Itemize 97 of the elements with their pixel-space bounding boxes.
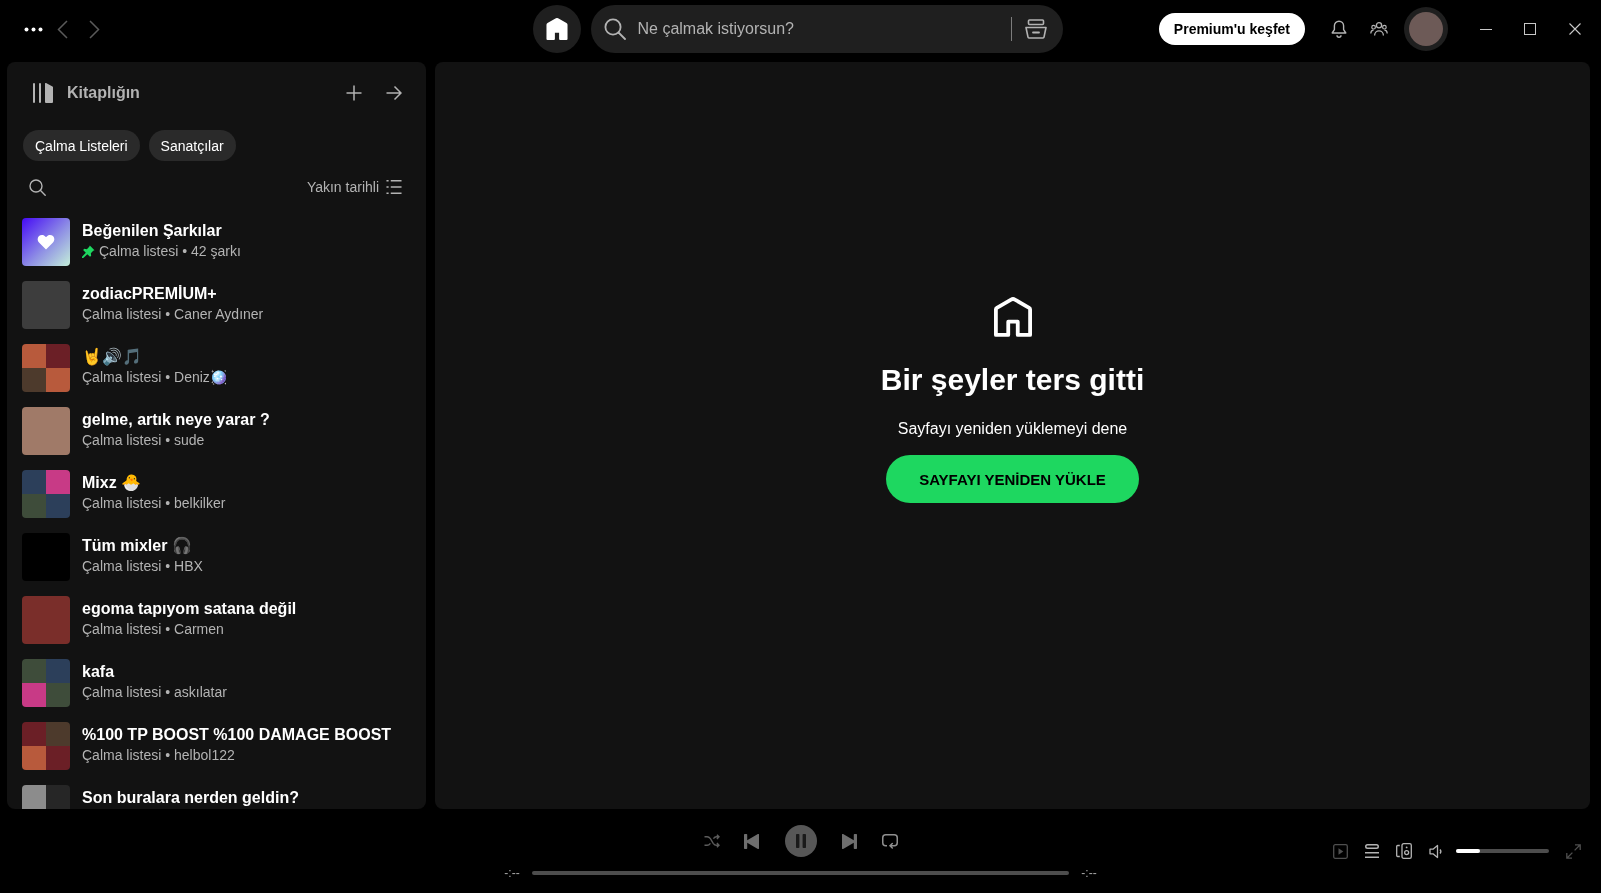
minimize-icon bbox=[1480, 28, 1492, 30]
volume-button[interactable] bbox=[1428, 843, 1444, 859]
playlist-subtitle: Çalma listesi • HBX bbox=[82, 557, 203, 576]
playlist-title[interactable]: zodiacPREMİUM+ bbox=[82, 284, 264, 303]
speaker-device-icon bbox=[1396, 843, 1412, 859]
bell-icon bbox=[1331, 20, 1347, 38]
photo-placeholder bbox=[22, 659, 46, 683]
library-title: Kitaplığın bbox=[67, 84, 140, 102]
repeat-icon bbox=[881, 833, 898, 849]
playlist-title[interactable]: %100 TP BOOST %100 DAMAGE BOOST bbox=[82, 725, 392, 744]
playlist-subtitle: Çalma listesi • belkilker bbox=[82, 494, 226, 513]
error-title: Bir şeyler ters gitti bbox=[880, 362, 1145, 398]
skip-forward-icon bbox=[842, 833, 857, 849]
playlist-title[interactable]: Beğenilen Şarkılar bbox=[82, 221, 241, 240]
error-message: Sayfayı yeniden yüklemeyi dene bbox=[897, 419, 1128, 439]
playlist-subtitle: Çalma listesi • Carmen bbox=[82, 620, 224, 639]
playlist-subtitle: Çalma listesi • sude bbox=[82, 431, 205, 450]
chevron-right-icon bbox=[89, 19, 100, 39]
friend-activity-button[interactable] bbox=[1370, 21, 1388, 37]
pause-icon bbox=[794, 834, 807, 848]
photo-placeholder bbox=[46, 683, 70, 707]
duration-time: -:-- bbox=[1080, 866, 1098, 880]
playlist-title[interactable]: Son buralara nerden geldin? bbox=[82, 788, 299, 807]
devices-button[interactable] bbox=[1396, 843, 1412, 859]
photo-placeholder bbox=[22, 344, 46, 368]
photo-placeholder bbox=[22, 746, 46, 770]
now-playing-view-button[interactable] bbox=[1332, 843, 1348, 859]
browse-button[interactable] bbox=[1024, 19, 1047, 39]
playlist-title[interactable]: gelme, artık neye yarar ? bbox=[82, 410, 270, 429]
playlist-subtitle: Çalma listesi • Deniz🪩 bbox=[82, 368, 227, 387]
shuffle-icon bbox=[703, 833, 720, 849]
playlist-title[interactable]: kafa bbox=[82, 662, 227, 681]
filter-chip[interactable]: Çalma Listeleri bbox=[23, 130, 140, 161]
photo-placeholder bbox=[46, 470, 70, 494]
photo-placeholder bbox=[46, 494, 70, 518]
home-icon bbox=[545, 18, 568, 40]
list-icon bbox=[386, 180, 402, 194]
skip-back-icon bbox=[744, 833, 759, 849]
playlist-subtitle: Çalma listesi • helbol122 bbox=[82, 746, 235, 765]
home-icon bbox=[993, 297, 1032, 337]
playlist-title[interactable]: Tüm mixler 🎧 bbox=[82, 536, 203, 555]
playlist-subtitle: Çalma listesi • askılatar bbox=[82, 683, 227, 702]
photo-placeholder bbox=[22, 596, 70, 644]
search-icon bbox=[603, 18, 626, 40]
play-square-icon bbox=[1332, 843, 1348, 859]
photo-placeholder bbox=[22, 683, 46, 707]
photo-placeholder bbox=[46, 659, 70, 683]
close-button[interactable] bbox=[1569, 23, 1581, 35]
chevron-left-icon bbox=[57, 19, 68, 39]
playlist-title[interactable]: egoma tapıyom satana değil bbox=[82, 599, 297, 618]
photo-placeholder bbox=[46, 722, 70, 746]
create-button[interactable] bbox=[346, 85, 362, 101]
playlist-title[interactable]: 🤘🔊🎵 bbox=[82, 347, 227, 366]
photo-placeholder bbox=[46, 746, 70, 770]
avatar-placeholder bbox=[1409, 12, 1443, 46]
sort-button[interactable]: Yakın tarihli bbox=[306, 179, 379, 195]
tray-icon bbox=[1024, 19, 1047, 39]
playlist-title[interactable]: Mixz 🐣 bbox=[82, 473, 226, 492]
filter-chip[interactable]: Sanatçılar bbox=[148, 130, 236, 161]
more-button[interactable] bbox=[24, 26, 43, 32]
speaker-icon bbox=[1428, 843, 1444, 859]
search-field[interactable]: Ne çalmak istiyorsun? bbox=[590, 5, 1063, 53]
photo-placeholder bbox=[46, 785, 70, 809]
reload-button[interactable]: SAYFAYI YENİDEN YÜKLE bbox=[886, 455, 1139, 503]
photo-placeholder bbox=[22, 722, 46, 746]
photo-placeholder bbox=[22, 494, 46, 518]
premium-button[interactable]: Premium'u keşfet bbox=[1158, 13, 1305, 45]
photo-placeholder bbox=[46, 368, 70, 392]
plus-icon bbox=[346, 85, 362, 101]
queue-icon bbox=[1364, 844, 1380, 858]
elapsed-time: -:-- bbox=[503, 866, 521, 880]
maximize-button[interactable] bbox=[1524, 23, 1536, 35]
library-icon bbox=[33, 83, 53, 103]
search-icon bbox=[29, 178, 46, 196]
home-button[interactable] bbox=[532, 5, 581, 53]
maximize-icon bbox=[1524, 23, 1536, 35]
volume-slider[interactable] bbox=[1456, 849, 1549, 853]
arrow-right-icon bbox=[386, 85, 402, 101]
photo-placeholder bbox=[46, 344, 70, 368]
library-toggle-button[interactable]: Kitaplığın bbox=[33, 83, 140, 103]
more-icon bbox=[24, 26, 43, 32]
photo-placeholder bbox=[22, 368, 46, 392]
people-icon bbox=[1370, 21, 1388, 37]
playlist-subtitle: Çalma listesi • Caner Aydıner bbox=[82, 305, 264, 324]
queue-button[interactable] bbox=[1364, 843, 1380, 859]
close-icon bbox=[1569, 23, 1581, 35]
library-search-button[interactable] bbox=[29, 178, 46, 196]
expand-icon bbox=[1565, 843, 1581, 859]
playlist-subtitle: Çalma listesi • 42 şarkı bbox=[99, 242, 241, 261]
photo-placeholder bbox=[22, 281, 70, 329]
expand-button[interactable] bbox=[386, 85, 402, 101]
search-input[interactable]: Ne çalmak istiyorsun? bbox=[637, 20, 1011, 38]
photo-placeholder bbox=[22, 407, 70, 455]
photo-placeholder bbox=[22, 470, 46, 494]
photo-placeholder bbox=[22, 785, 46, 809]
profile-button[interactable] bbox=[1404, 7, 1448, 51]
notifications-button[interactable] bbox=[1331, 20, 1347, 38]
